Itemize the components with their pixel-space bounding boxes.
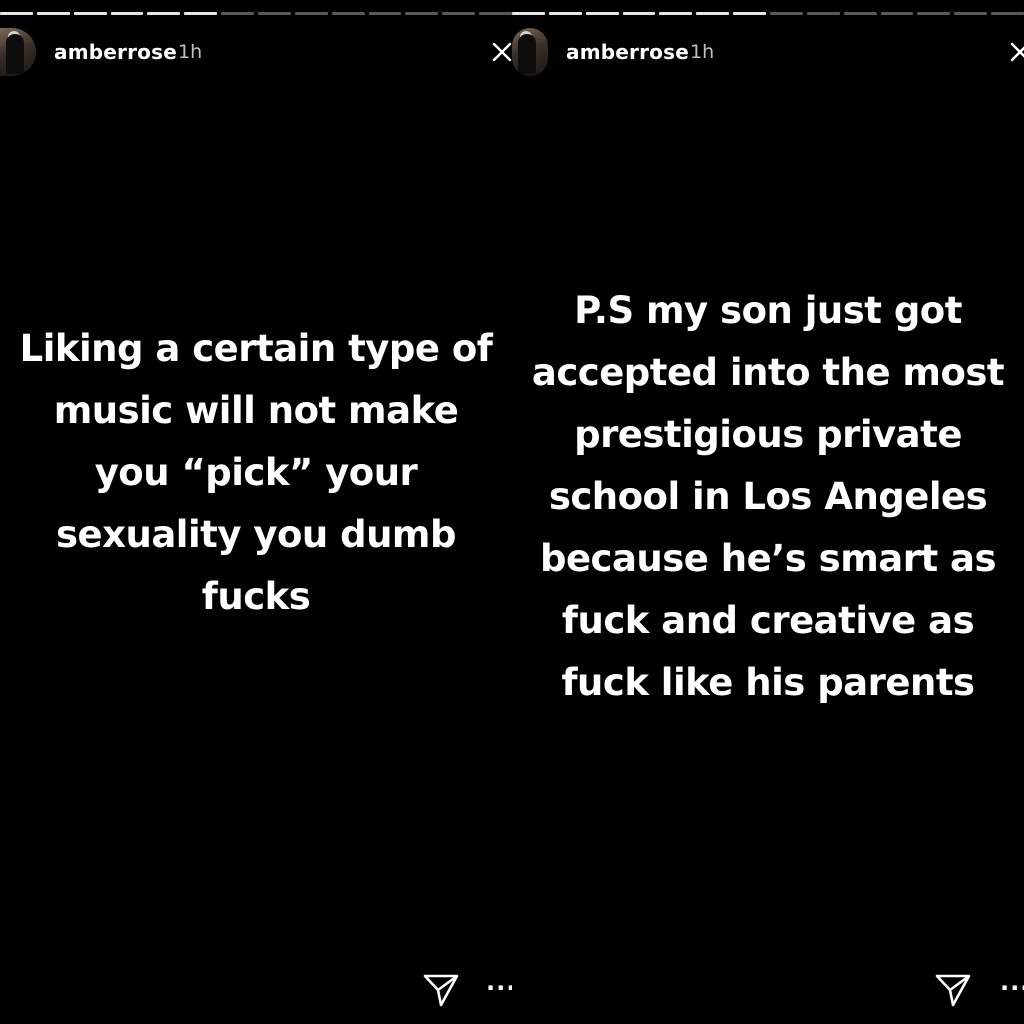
- story-panel-right: amberrose 1h P.S my son just got accepte…: [512, 0, 1024, 1024]
- progress-segment: [479, 12, 512, 15]
- progress-segment: [36, 12, 70, 15]
- story-text: Liking a certain type of music will not …: [19, 327, 493, 618]
- progress-segment: [184, 12, 218, 15]
- progress-segment: [733, 12, 767, 15]
- progress-segment: [585, 12, 619, 15]
- progress-segment: [405, 12, 439, 15]
- story-username[interactable]: amberrose: [54, 40, 177, 64]
- progress-segment: [991, 12, 1024, 15]
- more-icon[interactable]: ···: [486, 974, 512, 1002]
- story-panel-left: amberrose 1h Liking a certain type of mu…: [0, 0, 512, 1024]
- progress-segment: [442, 12, 476, 15]
- progress-segment: [147, 12, 181, 15]
- progress-segment: [110, 12, 144, 15]
- progress-segment: [368, 12, 402, 15]
- progress-segment: [548, 12, 582, 15]
- story-time: 1h: [690, 41, 715, 63]
- progress-segment: [880, 12, 914, 15]
- send-icon[interactable]: [422, 972, 460, 1008]
- progress-segment: [806, 12, 840, 15]
- progress-segment: [294, 12, 328, 15]
- progress-segment: [73, 12, 107, 15]
- story-header: amberrose 1h: [512, 28, 1024, 76]
- progress-segment: [659, 12, 693, 15]
- progress-segment: [696, 12, 730, 15]
- close-icon[interactable]: [1006, 40, 1024, 66]
- progress-segment: [331, 12, 365, 15]
- story-progress-bar: [512, 12, 1024, 15]
- send-icon[interactable]: [934, 972, 972, 1008]
- progress-segment: [843, 12, 877, 15]
- avatar[interactable]: [512, 28, 548, 76]
- progress-segment: [622, 12, 656, 15]
- close-icon[interactable]: [488, 40, 512, 66]
- more-icon[interactable]: ···: [1000, 974, 1024, 1002]
- story-time: 1h: [178, 41, 203, 63]
- progress-segment: [512, 12, 545, 15]
- progress-segment: [221, 12, 255, 15]
- progress-segment: [954, 12, 988, 15]
- progress-segment: [0, 12, 33, 15]
- avatar[interactable]: [0, 28, 36, 76]
- story-progress-bar: [0, 12, 512, 15]
- story-header: amberrose 1h: [0, 28, 512, 76]
- story-username[interactable]: amberrose: [566, 40, 689, 64]
- story-text: P.S my son just got accepted into the mo…: [531, 289, 1005, 704]
- progress-segment: [770, 12, 803, 15]
- progress-segment: [258, 12, 291, 15]
- progress-segment: [917, 12, 951, 15]
